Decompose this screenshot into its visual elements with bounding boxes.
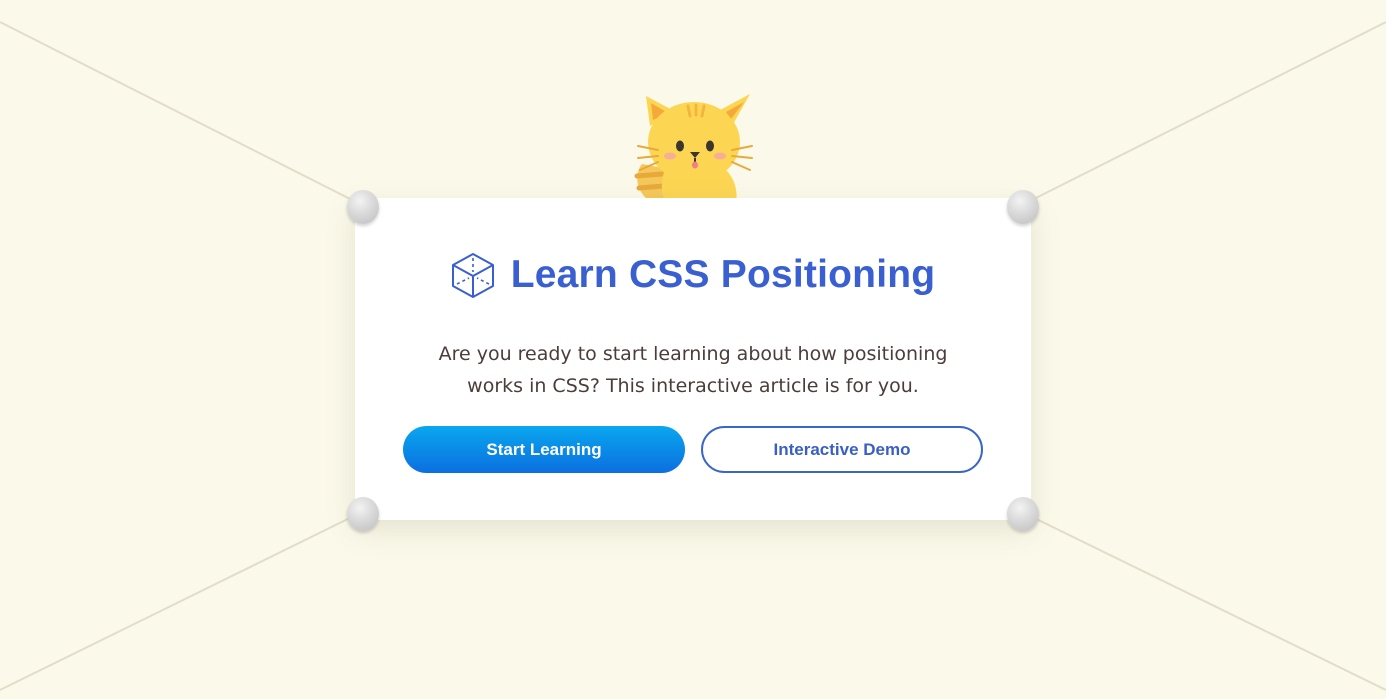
start-learning-button[interactable]: Start Learning: [403, 426, 685, 473]
cube-icon: [451, 252, 495, 298]
pin-top-right: [1007, 190, 1039, 224]
title-row: Learn CSS Positioning: [355, 250, 1031, 300]
pin-bottom-right: [1007, 497, 1039, 531]
page: Learn CSS Positioning Are you ready to s…: [0, 0, 1386, 699]
pin-bottom-left: [347, 497, 379, 531]
cat-mascot: [634, 94, 753, 202]
interactive-demo-button[interactable]: Interactive Demo: [701, 426, 983, 473]
intro-card: Learn CSS Positioning Are you ready to s…: [355, 198, 1031, 520]
pin-top-left: [347, 190, 379, 224]
intro-description: Are you ready to start learning about ho…: [438, 343, 948, 397]
page-title: Learn CSS Positioning: [510, 253, 936, 296]
